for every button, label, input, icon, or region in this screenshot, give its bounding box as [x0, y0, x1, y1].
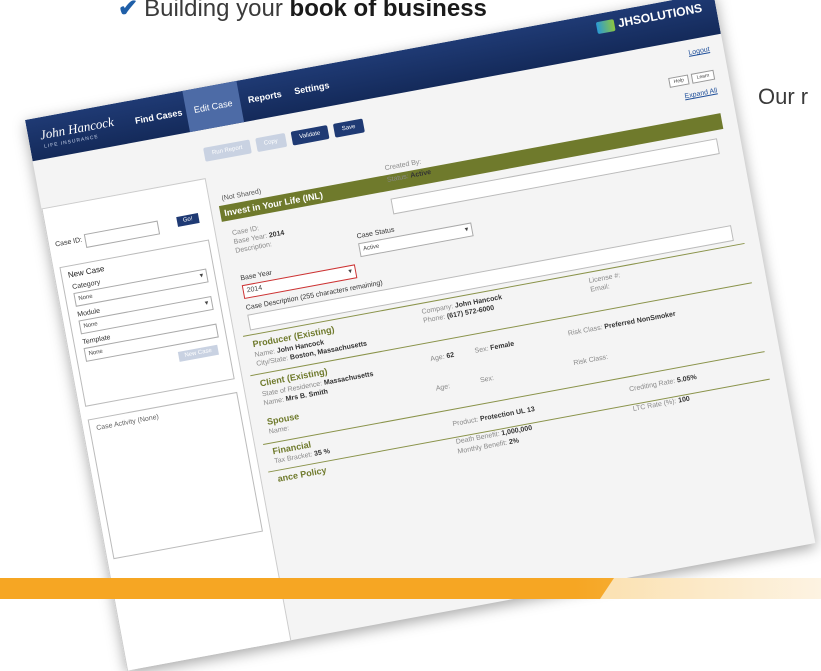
new-case-title: New Case	[67, 264, 106, 280]
email-label: Email:	[589, 283, 611, 294]
ltc-value: 100	[677, 395, 691, 405]
bottom-banner	[0, 578, 821, 599]
tax-value: 35 %	[313, 448, 331, 458]
logout-link[interactable]: Logout	[688, 46, 710, 57]
case-activity-title: Case Activity (None)	[95, 413, 160, 433]
sex-value: Female	[489, 340, 515, 352]
new-case-button[interactable]: New Case	[177, 344, 219, 362]
client-name-label: Name:	[263, 396, 285, 408]
case-detail: (Not Shared) Invest in Your Life (INL) C…	[217, 103, 800, 638]
app-screenshot: John Hancock LIFE INSURANCE Find Cases E…	[25, 0, 816, 671]
monthly-value: 2%	[508, 437, 520, 447]
risk-value: Preferred NonSmoker	[603, 310, 677, 331]
age-field: Age: 62	[430, 352, 455, 363]
case-id-input[interactable]	[83, 220, 161, 248]
save-button[interactable]: Save	[332, 118, 365, 138]
brand-label: JHSOLUTIONS	[616, 0, 704, 31]
spouse-title: Spouse	[266, 411, 300, 427]
headline: ✔ Building your book of business	[118, 0, 487, 23]
validate-button[interactable]: Validate	[290, 125, 330, 146]
product-label: Product:	[452, 416, 479, 429]
case-id-label: Case ID:	[54, 236, 83, 249]
spouse-risk-label: Risk Class:	[572, 353, 609, 368]
nav-edit-case[interactable]: Edit Case	[182, 80, 245, 133]
headline-bold: book of business	[289, 0, 487, 22]
spouse-age-label: Age:	[435, 383, 451, 393]
residence-value: Massachusetts	[323, 370, 375, 387]
jhsolutions-brand: JHSOLUTIONS	[595, 0, 704, 35]
age-label: Age:	[429, 353, 446, 364]
crediting-label: Crediting Rate:	[628, 377, 676, 394]
help-buttons: HelpLearn	[665, 68, 716, 89]
sex-field: Sex: Female	[474, 341, 515, 355]
spouse-name-label: Name:	[268, 425, 290, 436]
crediting-field: Crediting Rate: 5.05%	[629, 374, 698, 393]
phone-label: Phone:	[422, 313, 446, 325]
checkmark-icon: ✔	[118, 0, 139, 22]
rule-policy	[268, 378, 770, 473]
crediting-value: 5.05%	[676, 373, 698, 385]
copy-button[interactable]: Copy	[254, 132, 287, 153]
sex-label: Sex:	[474, 345, 490, 355]
run-report-button[interactable]: Run Report	[203, 139, 252, 162]
side-text: Our r	[758, 84, 809, 109]
puzzle-icon	[595, 18, 616, 35]
nav-settings[interactable]: Settings	[283, 63, 341, 114]
headline-prefix: Building your	[144, 0, 290, 22]
new-case-box: New Case Category None Module None Templ…	[59, 239, 235, 407]
case-activity-box: Case Activity (None)	[87, 391, 263, 560]
banner-tail	[614, 578, 821, 599]
learn-button[interactable]: Learn	[690, 69, 716, 84]
case-title-bar	[218, 113, 724, 222]
go-button[interactable]: Go!	[176, 213, 200, 227]
help-button[interactable]: Help	[668, 74, 690, 88]
risk-label: Risk Class:	[567, 324, 604, 338]
banner-notch	[600, 578, 614, 599]
case-status-select[interactable]: Active	[358, 222, 474, 258]
product-value: Protection UL 13	[479, 405, 536, 423]
risk-field: Risk Class: Preferred NonSmoker	[567, 311, 676, 338]
spouse-sex-label: Sex:	[479, 374, 495, 385]
expand-all-link[interactable]: Expand All	[684, 87, 718, 100]
base-year-value: 2014	[268, 229, 286, 240]
rule-producer	[242, 242, 745, 337]
age-value: 62	[445, 351, 455, 361]
